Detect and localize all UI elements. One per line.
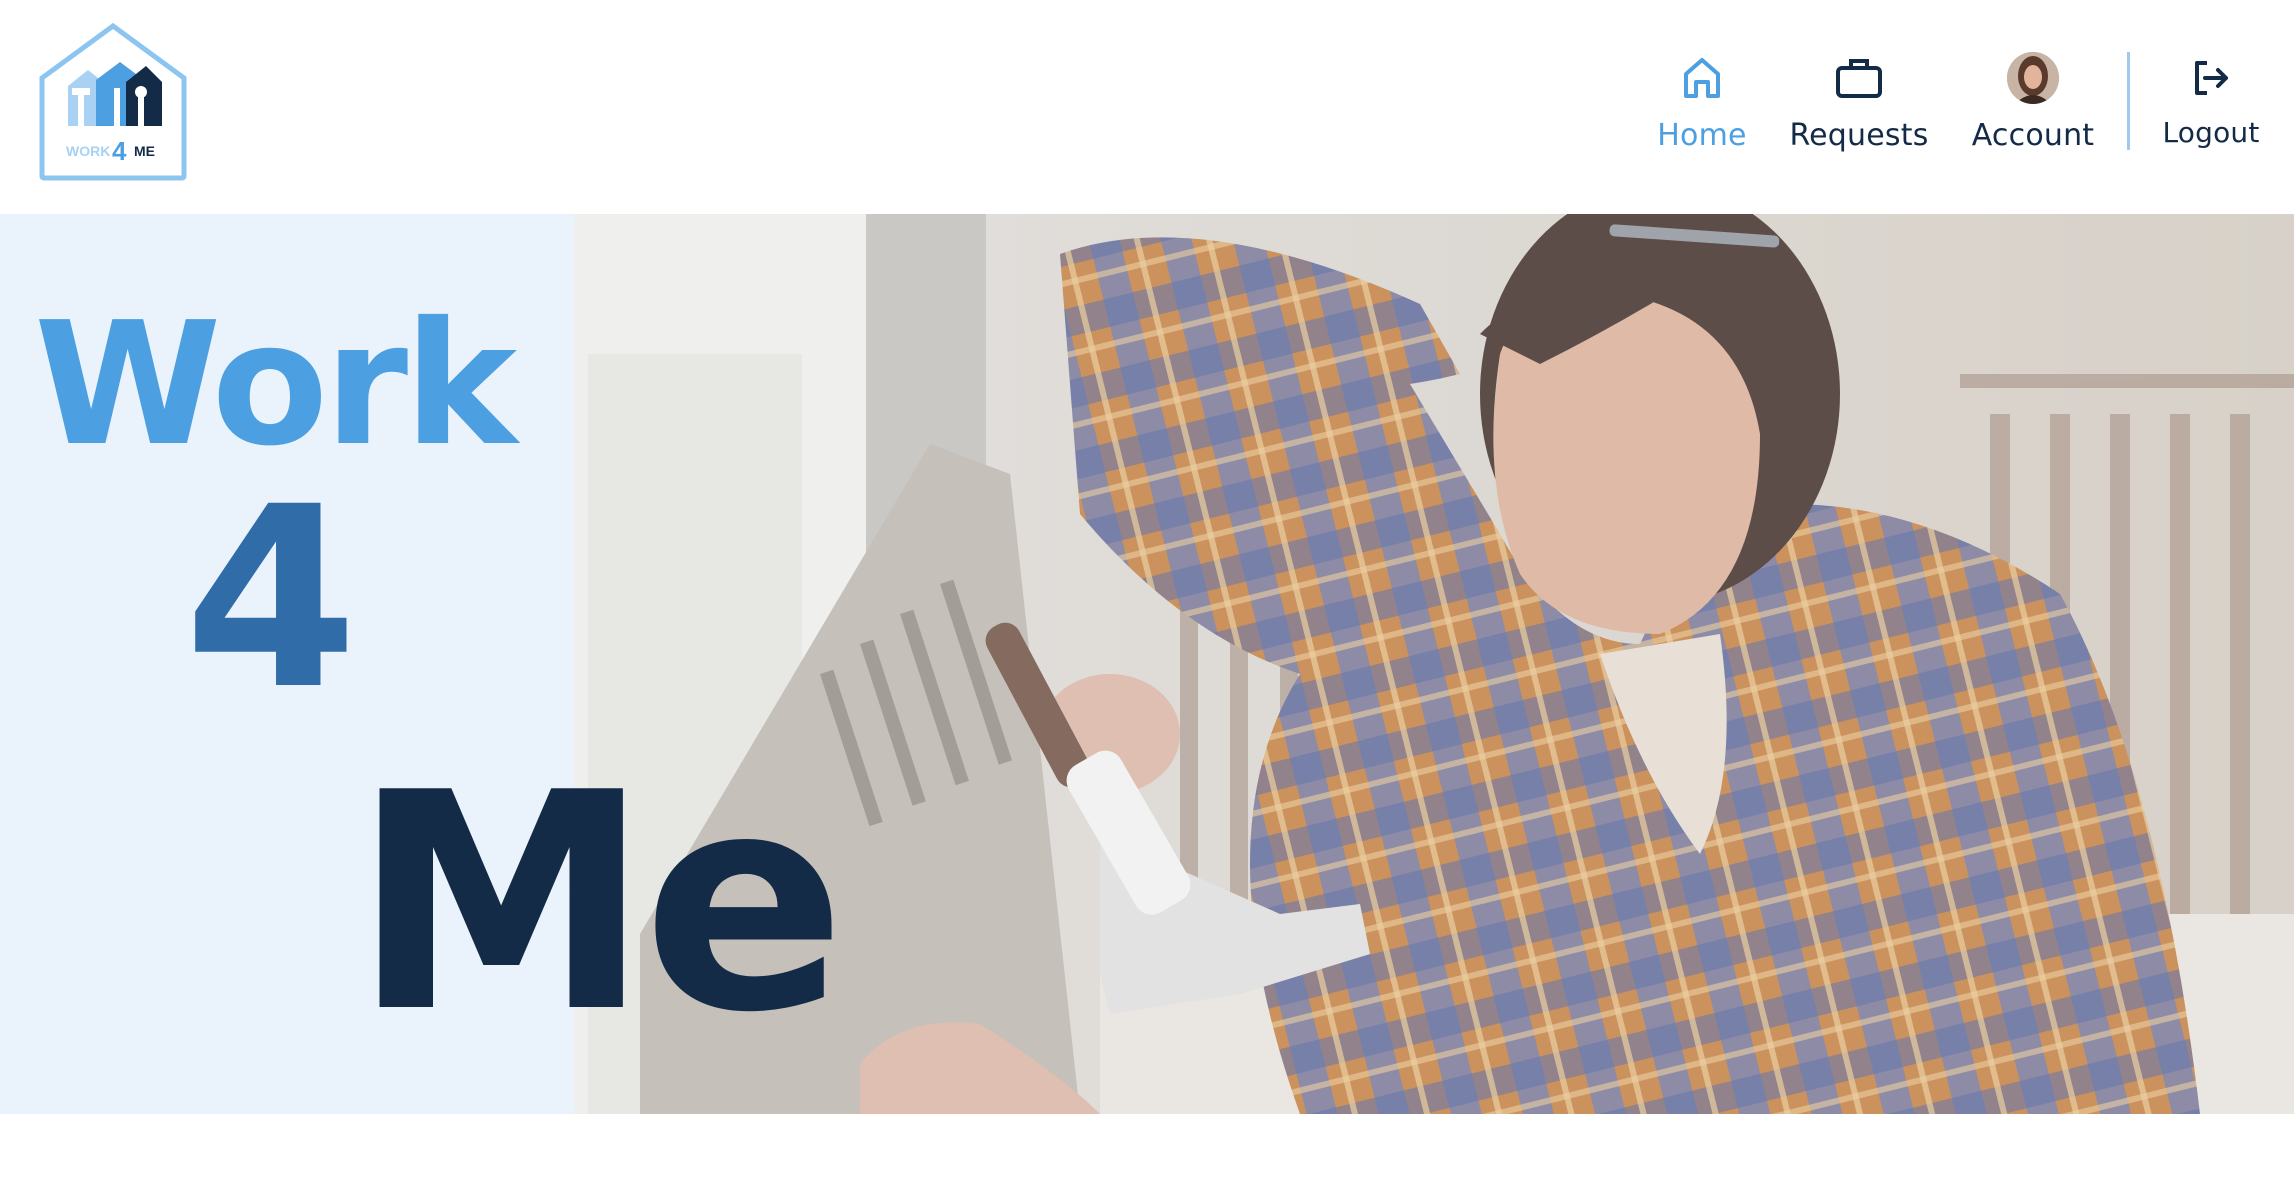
briefcase-icon	[1835, 50, 1883, 106]
nav-requests[interactable]: Requests	[1786, 50, 1932, 160]
hero-title-work: Work	[34, 286, 517, 484]
logout-icon	[2191, 50, 2231, 106]
nav-logout[interactable]: Logout	[2160, 50, 2262, 160]
nav-requests-label: Requests	[1789, 118, 1929, 153]
house-logo-icon: WORK 4 ME	[39, 22, 187, 181]
svg-text:WORK: WORK	[66, 143, 110, 159]
svg-text:ME: ME	[134, 143, 155, 159]
svg-text:4: 4	[112, 136, 127, 166]
hero-banner: Work 4 Me	[0, 214, 2294, 1114]
nav-divider	[2127, 52, 2130, 150]
nav-account-label: Account	[1971, 118, 2095, 153]
home-icon	[1682, 50, 1722, 106]
hero-title-4: 4	[184, 453, 358, 744]
page-bottom-strip	[0, 1114, 2294, 1178]
nav-home[interactable]: Home	[1652, 50, 1752, 160]
nav-logout-label: Logout	[2162, 116, 2260, 149]
avatar	[2007, 52, 2059, 104]
work4me-logo[interactable]: WORK 4 ME	[38, 22, 188, 182]
hero-title-me: Me	[352, 729, 846, 1078]
top-navbar: WORK 4 ME Home Requests Account Logout	[0, 0, 2294, 214]
nav-account[interactable]: Account	[1966, 50, 2100, 160]
nav-home-label: Home	[1657, 118, 1747, 153]
